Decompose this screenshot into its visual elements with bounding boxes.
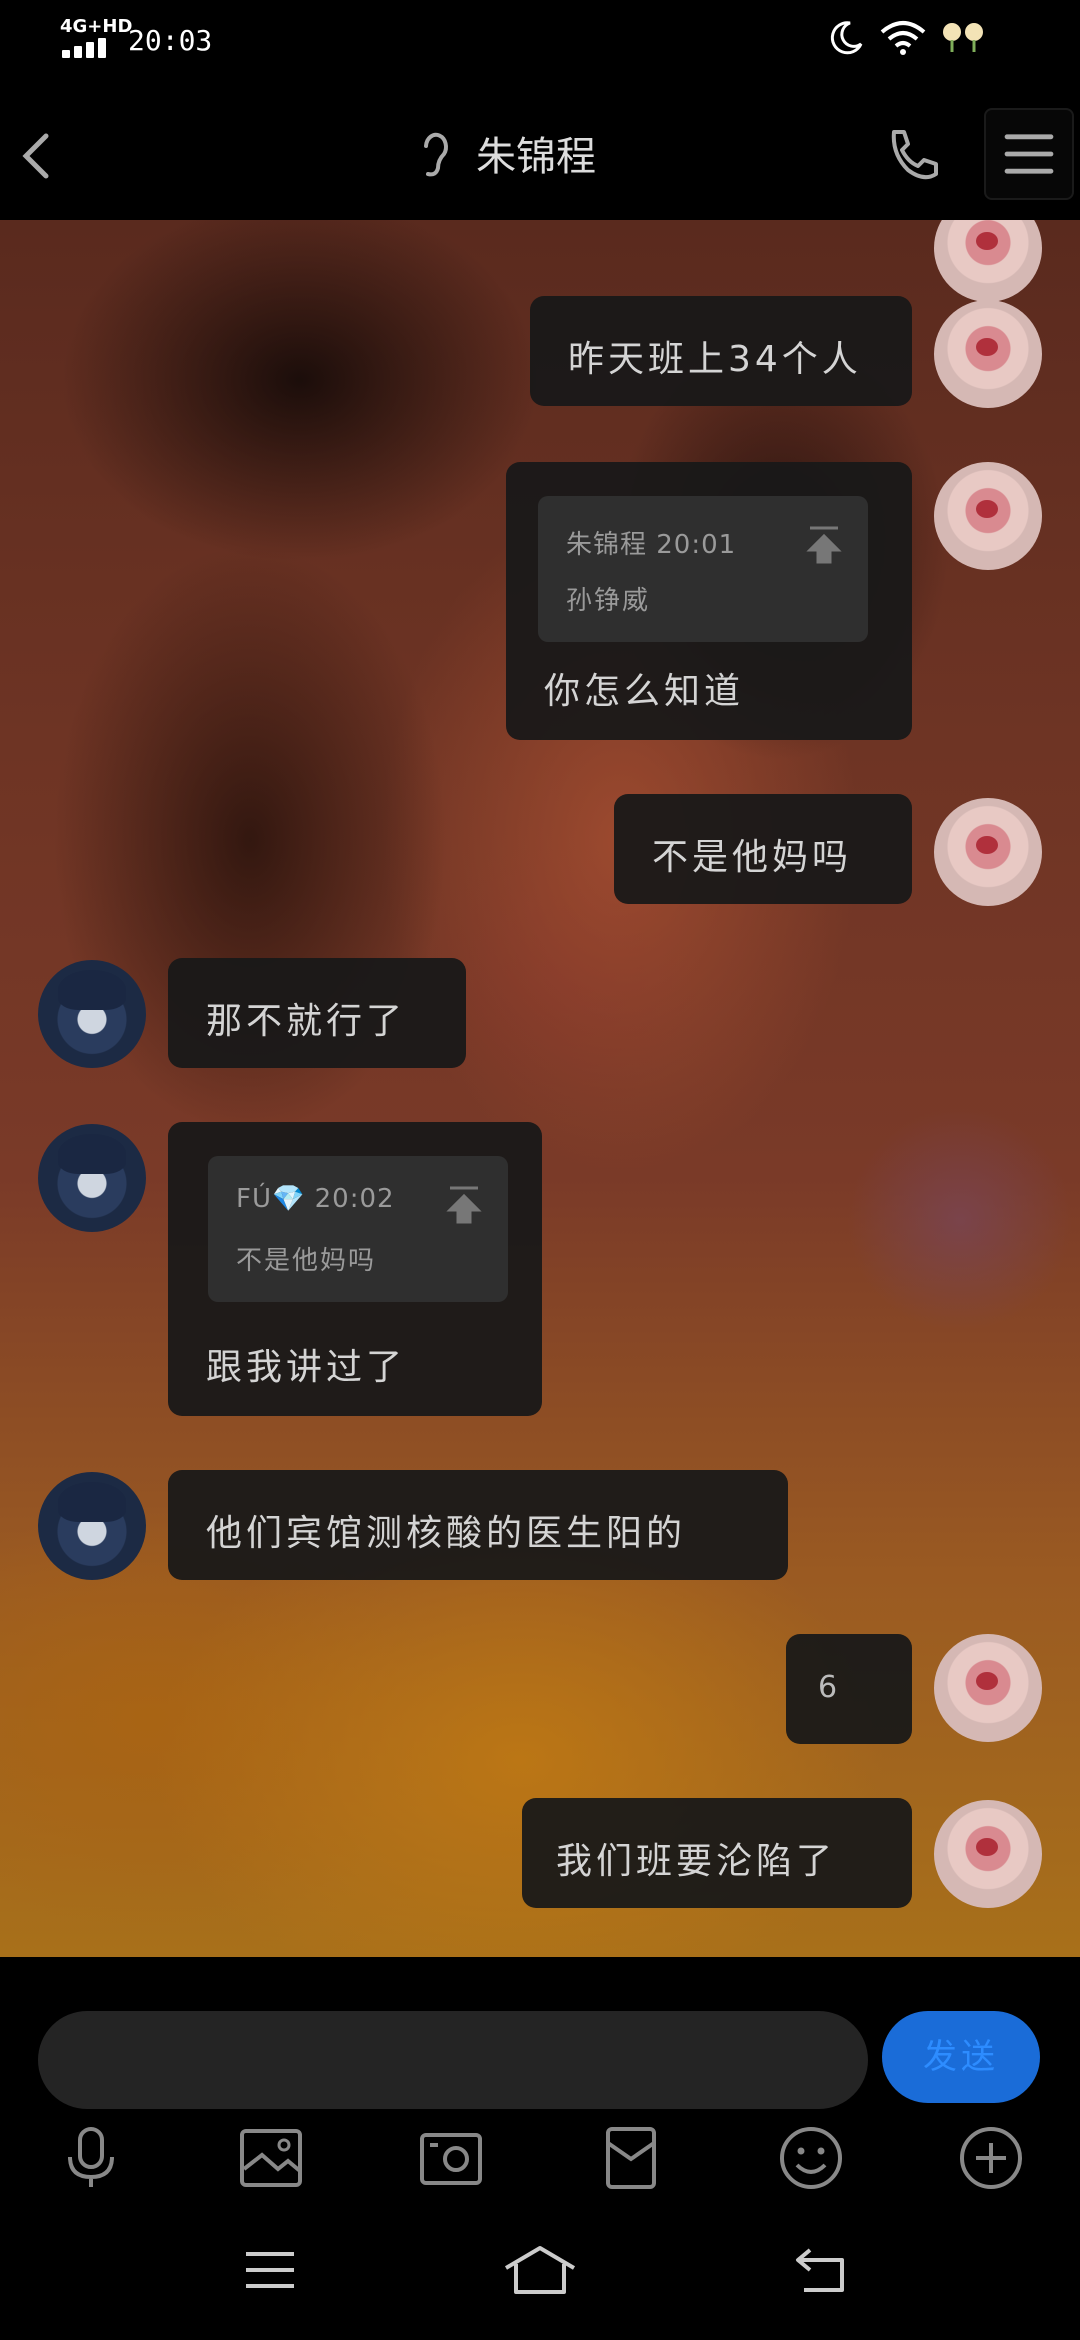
home-icon[interactable] [502, 2240, 578, 2300]
message-text: 6 [818, 1670, 842, 1705]
camera-icon[interactable] [418, 2125, 484, 2191]
plus-icon[interactable] [958, 2125, 1024, 2191]
quote-meta: FÚ💎 20:02 [236, 1184, 395, 1214]
quoted-message[interactable]: FÚ💎 20:02 不是他妈吗 [208, 1156, 508, 1302]
message-bubble[interactable]: FÚ💎 20:02 不是他妈吗 跟我讲过了 [168, 1122, 542, 1416]
message-text: 我们班要沦陷了 [556, 1841, 837, 1882]
jump-to-quote-icon[interactable] [446, 1184, 482, 1224]
self-avatar[interactable] [934, 300, 1042, 408]
message-text: 跟我讲过了 [206, 1347, 407, 1388]
ear-icon [424, 132, 448, 177]
menu-icon[interactable] [240, 2240, 300, 2300]
contact-name[interactable]: 朱锦程 [476, 124, 596, 182]
message-text: 那不就行了 [206, 1001, 407, 1042]
battery-icon [943, 23, 983, 52]
red-packet-icon[interactable] [598, 2125, 664, 2191]
message-bubble[interactable]: 他们宾馆测核酸的医生阳的 [168, 1470, 788, 1580]
quote-text: 孙铮威 [566, 586, 651, 616]
jump-to-quote-icon[interactable] [806, 524, 842, 564]
signal-icon [62, 38, 112, 58]
status-bar: 4G+HD 20:03 [0, 0, 1080, 80]
image-icon[interactable] [238, 2125, 304, 2191]
self-avatar[interactable] [934, 1634, 1042, 1742]
message-text: 你怎么知道 [544, 671, 745, 712]
network-indicator: 4G+HD [60, 16, 133, 37]
self-avatar[interactable] [934, 220, 1042, 302]
moon-icon [830, 21, 863, 55]
contact-avatar[interactable] [38, 1472, 146, 1580]
contact-avatar[interactable] [38, 960, 146, 1068]
message-list[interactable]: 昨天班上34个人 朱锦程 20:01 孙铮威 你怎么知道 不是他妈吗 那不就行了… [0, 220, 1080, 1957]
message-text: 昨天班上34个人 [568, 339, 862, 380]
message-bubble[interactable]: 我们班要沦陷了 [522, 1798, 912, 1908]
message-input[interactable] [38, 2011, 868, 2109]
quote-meta: 朱锦程 20:01 [566, 530, 737, 560]
menu-icon[interactable] [984, 108, 1074, 200]
self-avatar[interactable] [934, 798, 1042, 906]
message-bubble[interactable]: 6 [786, 1634, 912, 1744]
quote-text: 不是他妈吗 [236, 1246, 377, 1276]
message-text: 不是他妈吗 [652, 837, 853, 878]
emoji-icon[interactable] [778, 2125, 844, 2191]
chat-header: 朱锦程 [0, 80, 1080, 220]
self-avatar[interactable] [934, 1800, 1042, 1908]
back-arrow-icon[interactable] [10, 120, 60, 190]
send-button[interactable]: 发送 [882, 2011, 1040, 2103]
message-bubble[interactable]: 不是他妈吗 [614, 794, 912, 904]
microphone-icon[interactable] [58, 2125, 124, 2191]
message-bubble[interactable]: 昨天班上34个人 [530, 296, 912, 406]
message-bubble[interactable]: 朱锦程 20:01 孙铮威 你怎么知道 [506, 462, 912, 740]
message-bubble[interactable]: 那不就行了 [168, 958, 466, 1068]
self-avatar[interactable] [934, 462, 1042, 570]
back-icon[interactable] [792, 2240, 852, 2300]
message-text: 他们宾馆测核酸的医生阳的 [206, 1513, 687, 1554]
status-time: 20:03 [128, 24, 213, 57]
contact-avatar[interactable] [38, 1124, 146, 1232]
wifi-icon [880, 21, 926, 55]
phone-icon[interactable] [884, 126, 942, 184]
quoted-message[interactable]: 朱锦程 20:01 孙铮威 [538, 496, 868, 642]
